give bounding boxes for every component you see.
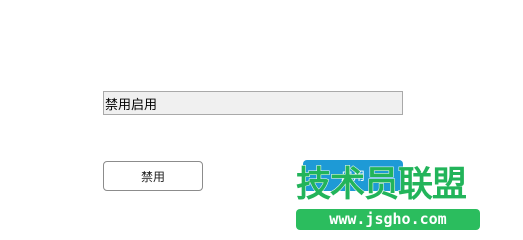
- disable-button[interactable]: 禁用: [103, 161, 203, 191]
- text-input[interactable]: [103, 91, 403, 115]
- watermark-url: www.jsgho.com: [296, 209, 480, 230]
- watermark: 技术员联盟 www.jsgho.com: [295, 165, 486, 232]
- watermark-title: 技术员联盟: [295, 165, 467, 205]
